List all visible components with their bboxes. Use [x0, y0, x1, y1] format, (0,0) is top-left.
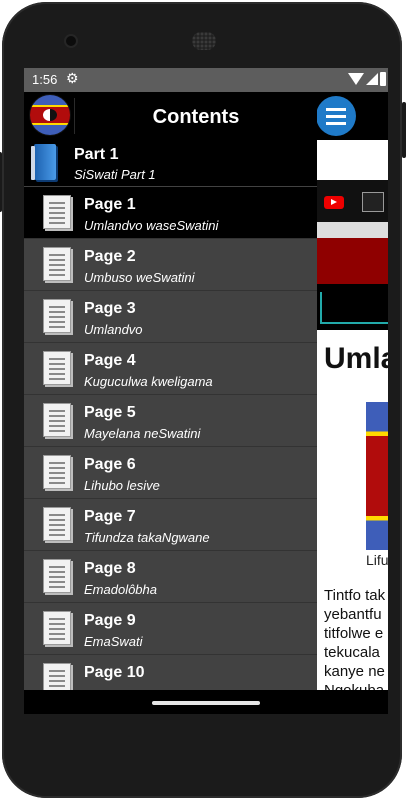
book-icon: [31, 144, 56, 180]
teal-line: [320, 292, 322, 322]
page-item-8[interactable]: Page 8 Emadolôbha: [24, 551, 317, 603]
document-icon: [43, 403, 71, 437]
image-caption: Lifu: [366, 552, 388, 568]
document-icon: [43, 195, 71, 229]
drawer-header: Contents: [24, 92, 317, 140]
page-title: Page 4: [84, 352, 136, 369]
part-subtitle: SiSwati Part 1: [74, 167, 156, 182]
part-title: Part 1: [74, 146, 119, 163]
page-subtitle: Lihubo lesive: [84, 478, 160, 493]
page-subtitle: Mayelana neSwatini: [84, 426, 201, 441]
page-item-1[interactable]: Page 1 Umlandvo waseSwatini: [24, 187, 317, 239]
document-icon: [43, 663, 71, 690]
page-item-2[interactable]: Page 2 Umbuso weSwatini: [24, 239, 317, 291]
front-camera: [66, 36, 76, 46]
page-title: Page 2: [84, 248, 136, 265]
page-title: Page 6: [84, 456, 136, 473]
page-title: Page 5: [84, 404, 136, 421]
screen: 1:56 ⚙ Umla Li: [24, 68, 388, 714]
page-item-6[interactable]: Page 6 Lihubo lesive: [24, 447, 317, 499]
site-logo-icon[interactable]: [362, 192, 384, 212]
page-item-3[interactable]: Page 3 Umlandvo: [24, 291, 317, 343]
content-paragraph: Tintfo tak yebantfu titfolwe e tekucala …: [324, 587, 386, 699]
document-icon: [43, 611, 71, 645]
page-subtitle: Umlandvo waseSwatini: [84, 218, 219, 233]
page-subtitle: Umlandvo: [84, 322, 143, 337]
shield-icon: [43, 109, 57, 121]
phone-frame: 1:56 ⚙ Umla Li: [0, 2, 406, 798]
flag-image: [366, 402, 388, 550]
navigation-drawer: Contents Part 1 SiSwati Part 1 Page 1 Uml…: [24, 92, 317, 690]
page-title: Page 8: [84, 560, 136, 577]
page-title: Page 1: [84, 196, 136, 213]
swaziland-flag-icon[interactable]: [30, 95, 70, 135]
page-subtitle: EmaSwati: [84, 634, 143, 649]
page-item-4[interactable]: Page 4 Kuguculwa kweligama: [24, 343, 317, 395]
gear-icon: ⚙: [66, 70, 79, 86]
status-bar: 1:56 ⚙: [24, 68, 388, 92]
content-heading: Umla: [324, 342, 388, 375]
document-icon: [43, 559, 71, 593]
volume-button: [402, 102, 406, 158]
document-icon: [43, 247, 71, 281]
page-item-7[interactable]: Page 7 Tifundza takaNgwane: [24, 499, 317, 551]
status-time: 1:56: [32, 72, 58, 87]
page-subtitle: Kuguculwa kweligama: [84, 374, 213, 389]
page-title: Page 10: [84, 664, 145, 681]
drawer-title: Contents: [152, 106, 240, 128]
document-icon: [43, 351, 71, 385]
youtube-icon[interactable]: [324, 196, 344, 209]
page-item-5[interactable]: Page 5 Mayelana neSwatini: [24, 395, 317, 447]
teal-line: [320, 322, 388, 324]
battery-icon: [380, 72, 386, 86]
page-item-9[interactable]: Page 9 EmaSwati: [24, 603, 317, 655]
signal-icon: [366, 73, 378, 85]
part-header[interactable]: Part 1 SiSwati Part 1: [24, 140, 317, 186]
menu-list-button[interactable]: [316, 96, 356, 136]
page-title: Page 9: [84, 612, 136, 629]
earpiece-speaker: [192, 32, 216, 50]
home-gesture-pill[interactable]: [152, 701, 260, 705]
divider: [74, 98, 75, 134]
page-title: Page 3: [84, 300, 136, 317]
power-button: [0, 152, 2, 212]
document-icon: [43, 507, 71, 541]
wifi-icon: [348, 73, 364, 85]
page-subtitle: Umbuso weSwatini: [84, 270, 195, 285]
page-title: Page 7: [84, 508, 136, 525]
page-subtitle: Emadolôbha: [84, 582, 157, 597]
page-item-10[interactable]: Page 10: [24, 655, 317, 690]
document-icon: [43, 299, 71, 333]
system-nav-bar: [24, 690, 388, 714]
document-icon: [43, 455, 71, 489]
page-subtitle: Tifundza takaNgwane: [84, 530, 210, 545]
